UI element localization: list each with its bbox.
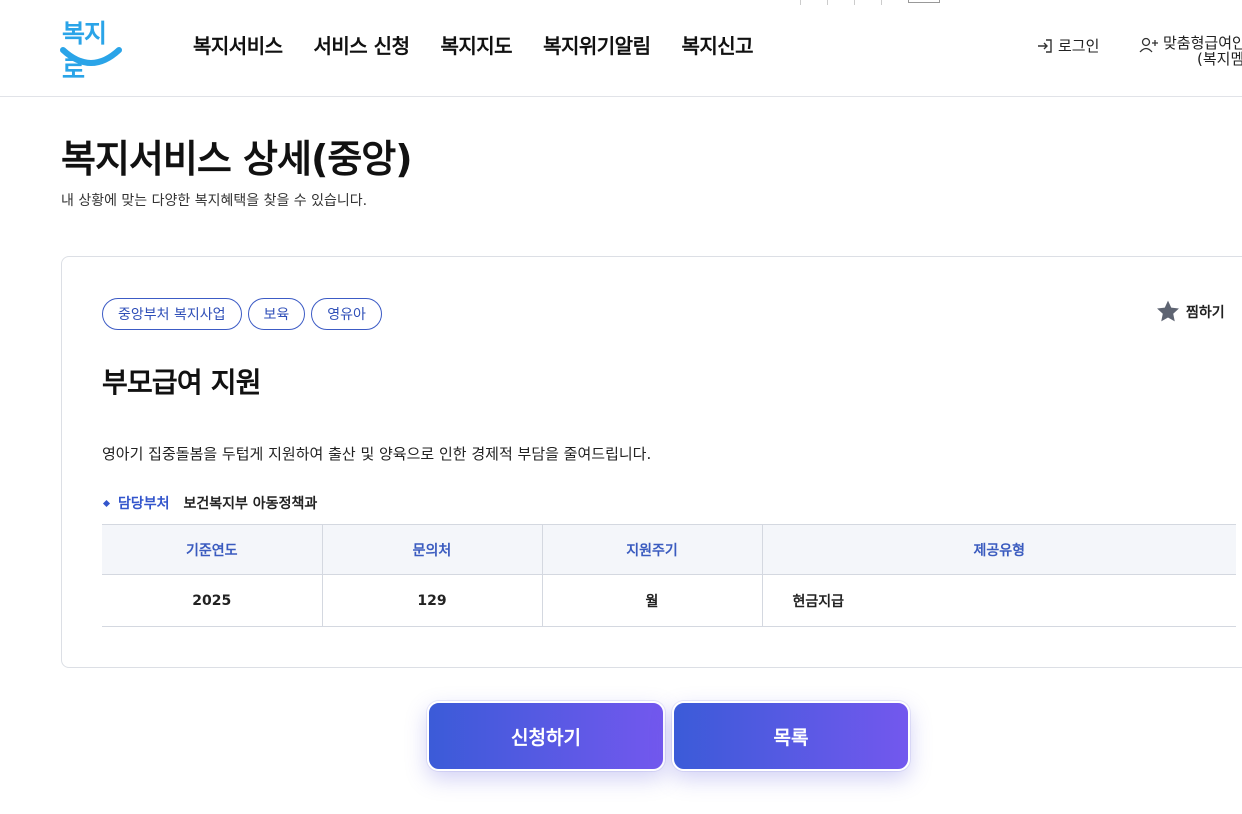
apply-button[interactable]: 신청하기: [427, 701, 665, 771]
table-header-row: 기준연도 문의처 지원주기 제공유형: [102, 524, 1236, 575]
service-info-table: 기준연도 문의처 지원주기 제공유형 2025 129 월 현금지급: [102, 524, 1236, 627]
list-button[interactable]: 목록: [672, 701, 910, 771]
tag-childcare: 보육: [247, 298, 306, 330]
service-tags: 중앙부처 복지사업 보육 영유아: [102, 298, 382, 330]
department-label: 담당부처: [118, 496, 170, 512]
page-description: 내 상황에 맞는 다양한 복지혜택을 찾을 수 있습니다.: [61, 193, 368, 209]
header-support-cycle: 지원주기: [542, 524, 763, 575]
nav-service-apply[interactable]: 서비스 신청: [314, 30, 410, 59]
utility-menu-cut: [800, 0, 952, 5]
custom-member-line1: 맞춤형급여안: [1163, 35, 1242, 52]
header-base-year: 기준연도: [102, 524, 323, 575]
nav-welfare-map[interactable]: 복지지도: [440, 30, 512, 59]
department-info: 담당부처 보건복지부 아동정책과: [102, 493, 317, 513]
custom-member-line2: (복지멤버십: [1197, 50, 1242, 67]
nav-welfare-service[interactable]: 복지서비스: [193, 30, 283, 59]
site-logo[interactable]: 복지로: [58, 14, 124, 84]
favorite-button[interactable]: 찜하기: [1155, 299, 1225, 324]
table-row: 2025 129 월 현금지급: [102, 574, 1236, 627]
login-link[interactable]: 로그인: [1036, 35, 1099, 56]
cell-base-year: 2025: [102, 574, 323, 627]
logo-smile-icon: [60, 47, 122, 66]
service-detail-card: 중앙부처 복지사업 보육 영유아 찜하기 부모급여 지원 영아기 집중돌봄을 두…: [61, 256, 1242, 668]
page-title: 복지서비스 상세(중앙): [61, 137, 413, 181]
tag-infant: 영유아: [311, 298, 382, 330]
site-header: 복지로 복지서비스 서비스 신청 복지지도 복지위기알림 복지신고 로그인 맞춤…: [0, 0, 1242, 97]
tag-central-ministry: 중앙부처 복지사업: [102, 298, 242, 330]
header-contact: 문의처: [322, 524, 543, 575]
nav-welfare-report[interactable]: 복지신고: [681, 30, 753, 59]
nav-crisis-alert[interactable]: 복지위기알림: [543, 30, 651, 59]
diamond-bullet-icon: [102, 499, 111, 507]
header-provision-type: 제공유형: [762, 524, 1236, 575]
custom-member-link[interactable]: 맞춤형급여안 (복지멤버십: [1139, 35, 1242, 67]
main-nav: 복지서비스 서비스 신청 복지지도 복지위기알림 복지신고: [193, 30, 784, 59]
login-label: 로그인: [1058, 37, 1100, 55]
login-icon: [1038, 38, 1052, 53]
favorite-label: 찜하기: [1186, 304, 1225, 321]
service-title: 부모급여 지원: [102, 366, 262, 399]
star-icon: [1157, 300, 1179, 322]
cell-support-cycle: 월: [542, 574, 763, 627]
cell-provision-type: 현금지급: [762, 574, 1236, 627]
user-plus-icon: [1139, 37, 1158, 53]
department-value: 보건복지부 아동정책과: [183, 496, 318, 512]
cell-contact: 129: [322, 574, 543, 627]
service-description: 영아기 집중돌봄을 두텁게 지원하여 출산 및 양육으로 인한 경제적 부담을 …: [102, 445, 652, 463]
